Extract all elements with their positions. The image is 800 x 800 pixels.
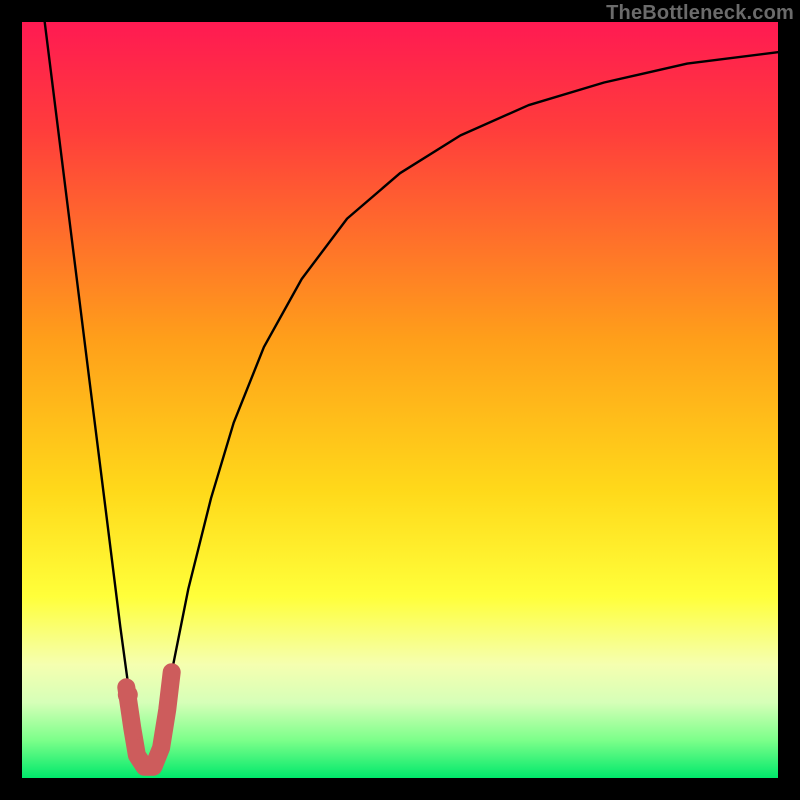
- chart-frame: TheBottleneck.com: [0, 0, 800, 800]
- marker-dot: [118, 685, 138, 705]
- marker-dot: [125, 725, 141, 741]
- gradient-background: [22, 22, 778, 778]
- chart-svg: [22, 22, 778, 778]
- plot-area: [22, 22, 778, 778]
